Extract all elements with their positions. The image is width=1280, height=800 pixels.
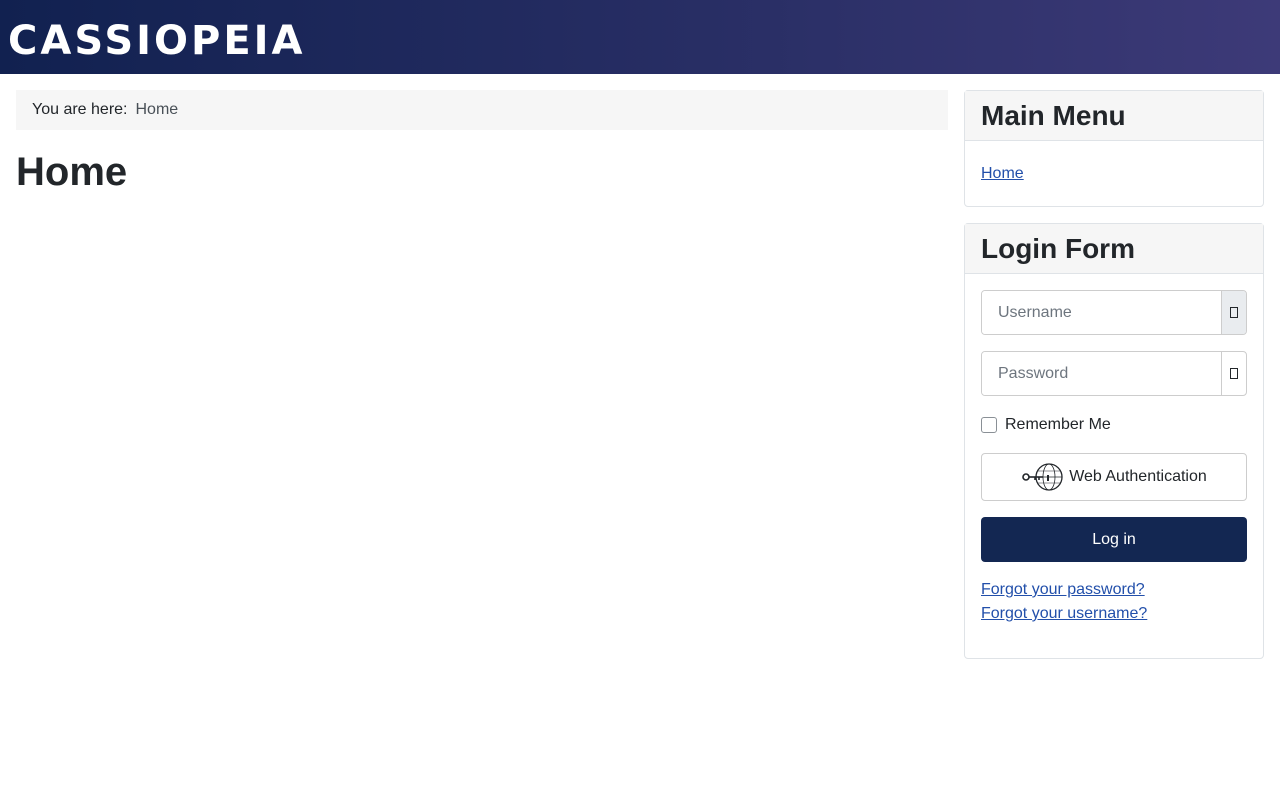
login-form-card: Login Form Remember Me Web Authenticatio… [964,223,1264,659]
breadcrumb-label: You are here: [32,101,128,118]
main-menu-card: Main Menu Home [964,90,1264,207]
username-input[interactable] [982,291,1221,334]
page-title: Home [16,150,128,194]
web-authentication-label: Web Authentication [1069,468,1207,485]
user-icon [1221,291,1246,334]
remember-me-checkbox[interactable] [981,417,997,433]
eye-icon[interactable] [1221,352,1246,395]
brand-logo[interactable]: CASSIOPEIA [8,18,306,64]
login-form-title: Login Form [965,224,1263,274]
webauthn-key-icon [1022,463,1063,491]
forgot-username-link[interactable]: Forgot your username? [981,605,1147,623]
log-in-button[interactable]: Log in [981,517,1247,562]
username-group [981,290,1247,335]
menu-item-home[interactable]: Home [981,165,1024,183]
breadcrumb-item-home: Home [135,101,179,118]
password-input[interactable] [982,352,1221,395]
main-menu-title: Main Menu [965,91,1263,141]
web-authentication-button[interactable]: Web Authentication [981,453,1247,501]
remember-me-label: Remember Me [1005,416,1111,433]
site-header: CASSIOPEIA [0,0,1280,74]
forgot-password-link[interactable]: Forgot your password? [981,581,1145,599]
breadcrumb: You are here: Home [16,90,948,130]
password-group [981,351,1247,396]
remember-me[interactable]: Remember Me [981,416,1111,434]
